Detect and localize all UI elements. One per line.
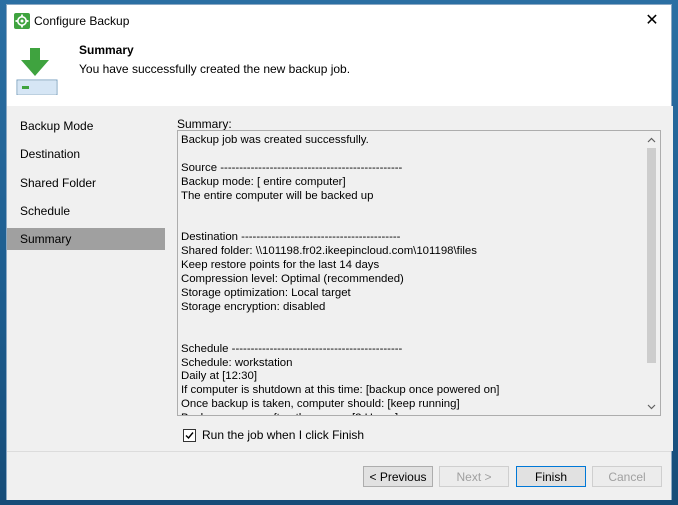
next-button[interactable]: Next > (439, 466, 509, 487)
summary-line: Once backup is taken, computer should: [… (181, 398, 460, 411)
run-job-checkbox-label: Run the job when I click Finish (202, 428, 365, 442)
scroll-down-arrow-icon[interactable] (643, 398, 660, 415)
run-job-option[interactable]: Run the job when I click Finish (183, 427, 364, 443)
summary-line: Keep restore points for the last 14 days (181, 259, 380, 272)
dialog-footer: < Previous Next > Finish Cancel (7, 451, 671, 500)
window-title: Configure Backup (34, 14, 130, 28)
nav-item-shared-folder[interactable]: Shared Folder (7, 172, 165, 194)
summary-line: Backup job was created successfully. (181, 134, 369, 146)
summary-label: Summary: (177, 117, 232, 131)
summary-line: Shared folder: \\101198.fr02.ikeepinclou… (181, 245, 477, 258)
configure-backup-dialog: Configure Backup ✕ Summary You have succ… (6, 4, 673, 500)
cancel-button[interactable]: Cancel (592, 466, 662, 487)
app-gear-icon (14, 13, 30, 29)
run-job-checkbox[interactable] (183, 428, 196, 442)
nav-item-schedule[interactable]: Schedule (7, 200, 165, 222)
summary-line: Storage encryption: disabled (181, 300, 326, 313)
summary-line (181, 315, 641, 329)
summary-line (181, 204, 641, 218)
nav-item-summary[interactable]: Summary (7, 228, 165, 250)
scroll-up-arrow-icon[interactable] (643, 131, 660, 148)
summary-panel: Summary: Backup job was created successf… (165, 106, 673, 451)
scroll-thumb[interactable] (647, 148, 656, 363)
title-bar: Configure Backup ✕ (7, 5, 671, 35)
header-subtitle: You have successfully created the new ba… (79, 62, 351, 76)
summary-line: Compression level: Optimal (recommended) (181, 273, 404, 286)
summary-line (181, 329, 641, 343)
summary-line (181, 217, 641, 231)
close-icon: ✕ (645, 12, 659, 29)
header-title: Summary (79, 43, 134, 57)
summary-line: Storage optimization: Local target (181, 286, 351, 299)
wizard-steps-nav: Backup Mode Destination Shared Folder Sc… (7, 106, 165, 451)
summary-line: Schedule -------------------------------… (181, 342, 403, 355)
nav-item-destination[interactable]: Destination (7, 143, 165, 165)
summary-line: Backup mode: [ entire computer] (181, 175, 346, 188)
previous-button[interactable]: < Previous (363, 466, 433, 487)
summary-line: If computer is shutdown at this time: [b… (181, 384, 500, 397)
summary-line: Schedule: workstation (181, 356, 293, 369)
summary-textbox[interactable]: Backup job was created successfully. Sou… (177, 130, 661, 416)
vertical-scrollbar[interactable] (643, 131, 660, 415)
finish-button[interactable]: Finish (516, 466, 586, 487)
summary-line: Backup no more often than every [2 Hours… (181, 412, 641, 415)
wizard-header: Summary You have successfully created th… (7, 35, 671, 107)
summary-line (181, 148, 641, 162)
download-arrow-drive-icon (15, 43, 59, 96)
summary-line: Source ---------------------------------… (181, 161, 403, 174)
summary-line: The entire computer will be backed up (181, 189, 374, 202)
summary-line: Daily at [12:30] (181, 370, 257, 383)
nav-item-backup-mode[interactable]: Backup Mode (7, 115, 165, 137)
summary-text: Backup job was created successfully. Sou… (181, 134, 641, 415)
close-button[interactable]: ✕ (635, 5, 669, 35)
summary-line: Destination ----------------------------… (181, 231, 401, 244)
